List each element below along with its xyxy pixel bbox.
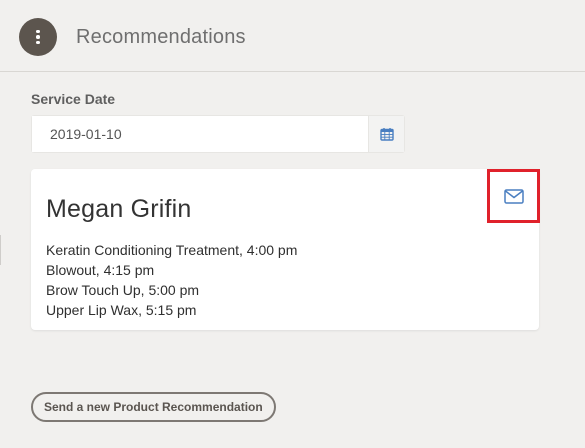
app-header: Recommendations [0, 0, 585, 72]
service-item: Blowout, 4:15 pm [46, 262, 155, 278]
divider [0, 235, 1, 265]
appointment-card: Megan Grifin Keratin Conditioning Treatm… [31, 169, 540, 330]
envelope-icon [503, 188, 524, 204]
calendar-button[interactable] [368, 115, 405, 153]
client-name: Megan Grifin [46, 195, 192, 223]
vertical-ellipsis-icon [36, 29, 40, 45]
service-date-input[interactable] [31, 115, 368, 153]
page-title: Recommendations [76, 26, 246, 48]
send-new-product-recommendation-button[interactable]: Send a new Product Recommendation [31, 392, 276, 422]
email-button[interactable] [487, 169, 540, 223]
service-item: Upper Lip Wax, 5:15 pm [46, 302, 197, 318]
service-item: Keratin Conditioning Treatment, 4:00 pm [46, 242, 298, 258]
menu-button[interactable] [19, 18, 57, 56]
service-date-label: Service Date [31, 91, 116, 107]
service-date-picker [31, 115, 405, 153]
calendar-icon [379, 128, 394, 141]
service-list: Keratin Conditioning Treatment, 4:00 pm … [46, 240, 297, 320]
service-item: Brow Touch Up, 5:00 pm [46, 282, 200, 298]
